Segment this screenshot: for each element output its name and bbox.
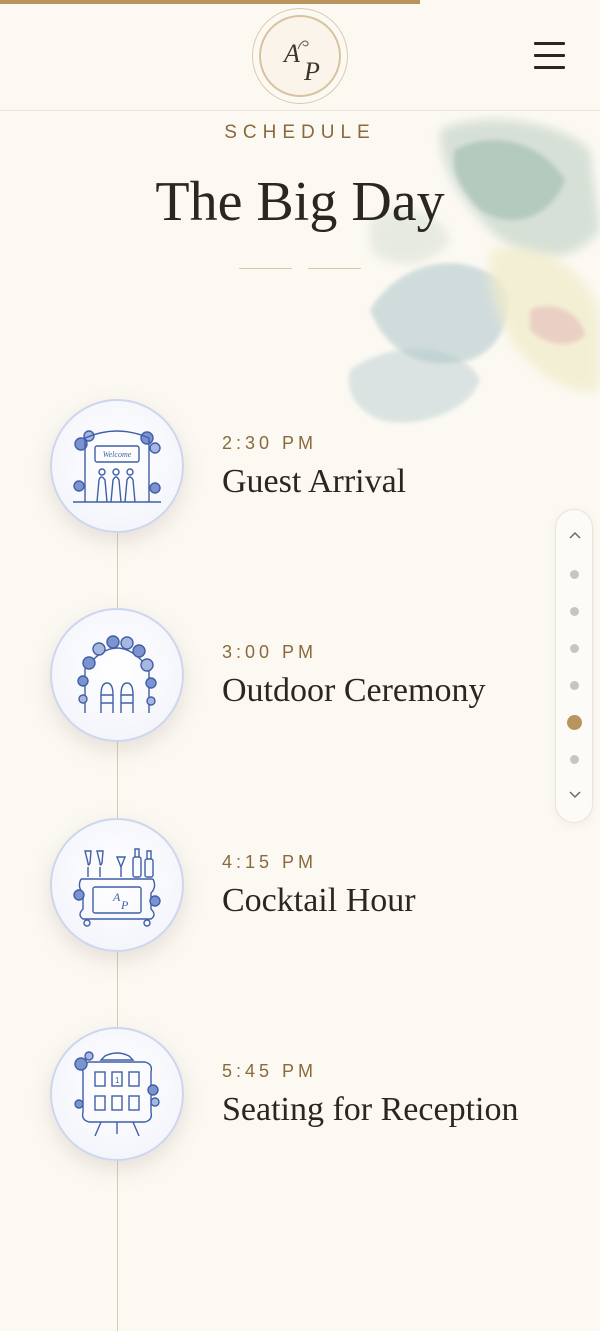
title-divider-right [308, 268, 361, 269]
event-title: Cocktail Hour [222, 882, 416, 919]
welcome-sign-icon: Welcome [50, 399, 184, 533]
monogram-badge: A P [259, 15, 341, 97]
svg-text:1: 1 [115, 1076, 120, 1085]
section-dot[interactable] [570, 680, 579, 690]
scroll-progress-bar [0, 0, 420, 4]
section-dot-active[interactable] [567, 714, 582, 730]
chevron-down-icon[interactable] [568, 790, 582, 800]
section-dot[interactable] [570, 643, 579, 653]
event-title: Guest Arrival [222, 463, 407, 500]
event-time: 3:00 PM [222, 642, 318, 662]
event-time: 5:45 PM [222, 1061, 318, 1081]
event-time: 4:15 PM [222, 852, 318, 872]
svg-text:A: A [112, 890, 121, 904]
bar-cart-icon: A P [50, 818, 184, 952]
flourish-icon [297, 40, 309, 50]
section-navigator [555, 509, 593, 823]
event-title: Outdoor Ceremony [222, 672, 486, 709]
hamburger-menu-icon[interactable] [528, 38, 570, 74]
chevron-up-icon[interactable] [568, 530, 582, 540]
floral-arch-icon [50, 608, 184, 742]
monogram-letter-p: P [304, 57, 320, 86]
section-dot[interactable] [570, 754, 579, 764]
section-dot[interactable] [570, 606, 579, 616]
timeline-event-cocktail-hour: A P 4:15 PM Cocktail Hour [0, 818, 600, 958]
event-time: 2:30 PM [222, 433, 318, 453]
svg-text:Welcome: Welcome [103, 450, 132, 459]
svg-text:P: P [120, 898, 129, 912]
section-eyebrow: SCHEDULE [224, 122, 376, 143]
timeline-event-outdoor-ceremony: 3:00 PM Outdoor Ceremony [0, 608, 600, 748]
event-title: Seating for Reception [222, 1091, 519, 1128]
watercolor-leaf-decoration [348, 119, 600, 423]
timeline-event-seating-for-reception: 1 5:45 PM Seating for Reception [0, 1027, 600, 1167]
site-header: A P [0, 0, 600, 111]
page-title: The Big Day [155, 171, 445, 233]
title-divider-left [239, 268, 292, 269]
monogram-logo[interactable]: A P [252, 8, 348, 104]
section-dot[interactable] [570, 569, 579, 579]
seating-chart-icon: 1 [50, 1027, 184, 1161]
